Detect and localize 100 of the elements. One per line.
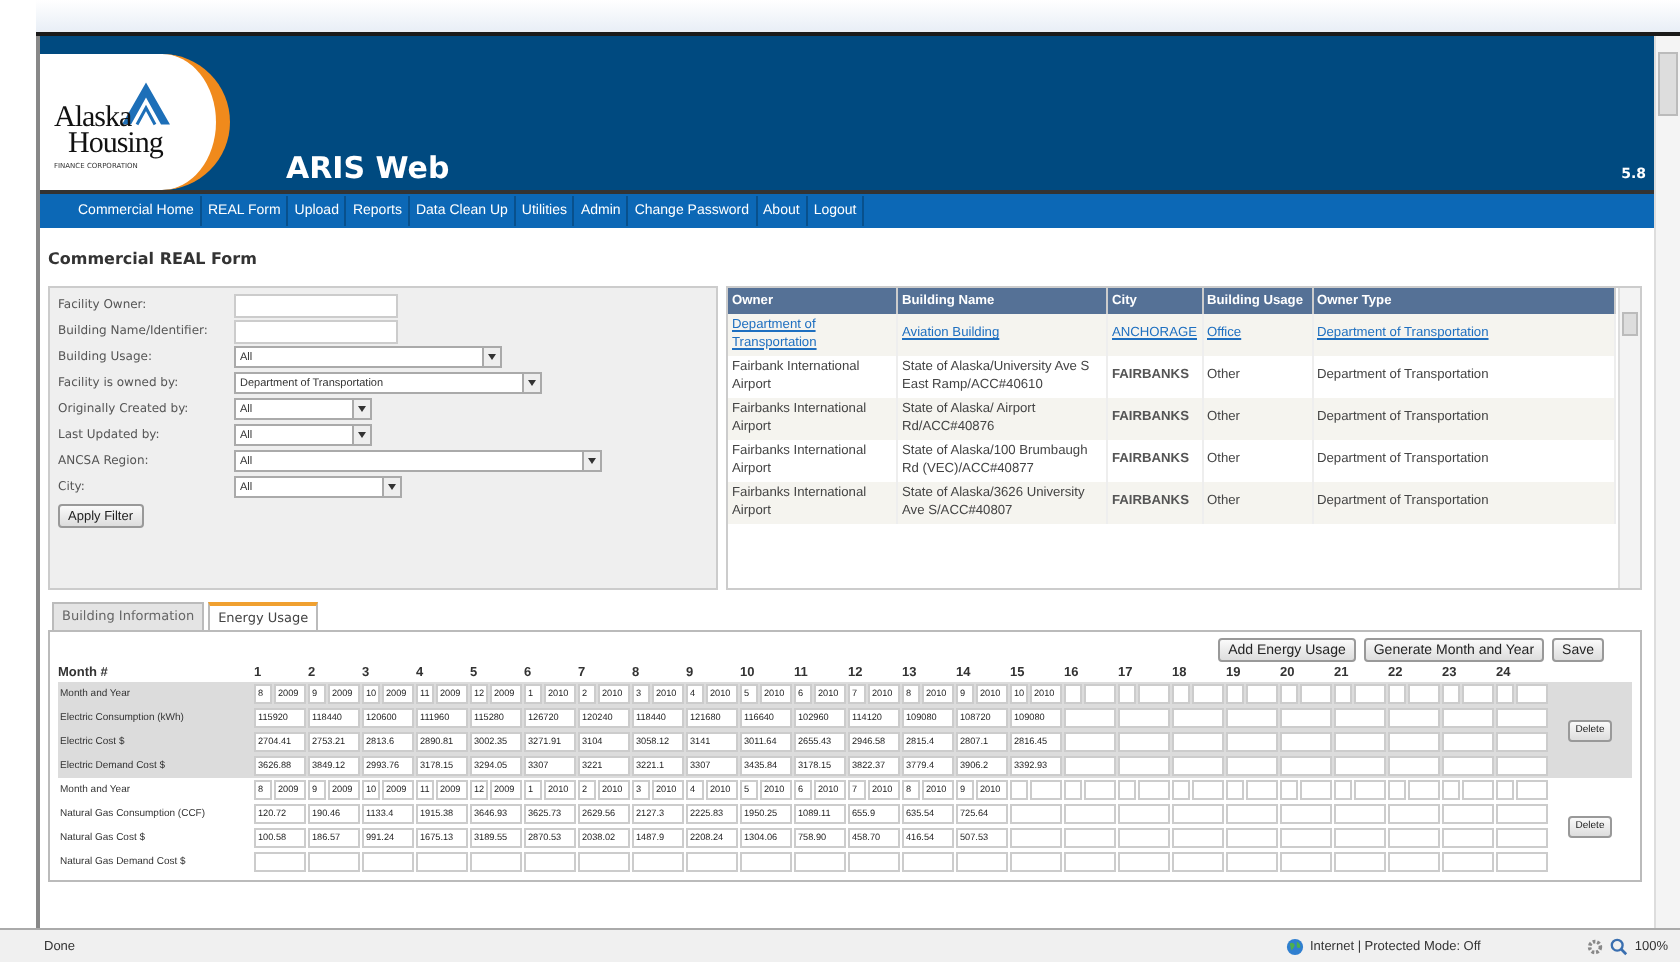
value-field[interactable]	[1442, 804, 1494, 824]
value-field[interactable]	[1334, 732, 1386, 752]
value-field[interactable]	[1280, 756, 1332, 776]
value-field[interactable]	[1496, 756, 1548, 776]
value-field[interactable]	[1388, 804, 1440, 824]
value-field[interactable]	[1010, 804, 1062, 824]
month-field[interactable]	[1334, 780, 1352, 800]
value-field[interactable]	[1118, 732, 1170, 752]
month-field[interactable]	[1226, 780, 1244, 800]
value-field[interactable]	[1226, 708, 1278, 728]
value-field[interactable]	[1172, 804, 1224, 824]
value-field[interactable]	[1334, 804, 1386, 824]
value-field[interactable]	[1280, 804, 1332, 824]
scrollbar[interactable]	[1618, 288, 1640, 588]
value-field[interactable]	[1334, 708, 1386, 728]
value-field[interactable]	[1226, 828, 1278, 848]
input-field[interactable]	[234, 319, 398, 343]
month-field[interactable]	[1064, 780, 1082, 800]
value-field[interactable]	[1172, 852, 1224, 872]
month-field[interactable]	[1226, 684, 1244, 704]
value-field[interactable]	[1442, 756, 1494, 776]
value-field[interactable]	[1496, 732, 1548, 752]
year-field[interactable]	[1354, 780, 1386, 800]
value-field[interactable]	[254, 852, 306, 872]
value-field[interactable]	[1226, 804, 1278, 824]
value-field[interactable]	[470, 852, 522, 872]
value-field[interactable]	[902, 852, 954, 872]
year-field[interactable]	[1192, 684, 1224, 704]
value-field[interactable]	[524, 852, 576, 872]
value-field[interactable]	[1118, 828, 1170, 848]
value-field[interactable]	[1226, 852, 1278, 872]
month-field[interactable]	[1496, 684, 1514, 704]
value-field[interactable]	[416, 852, 468, 872]
value-field[interactable]	[1064, 828, 1116, 848]
month-field[interactable]	[1280, 780, 1298, 800]
value-field[interactable]	[1388, 828, 1440, 848]
value-field[interactable]	[1226, 756, 1278, 776]
value-field[interactable]	[1010, 828, 1062, 848]
value-field[interactable]	[1334, 756, 1386, 776]
value-field[interactable]	[1118, 756, 1170, 776]
year-field[interactable]	[1246, 684, 1278, 704]
value-field[interactable]	[794, 852, 846, 872]
gear-icon[interactable]	[1586, 937, 1605, 955]
month-field[interactable]	[1172, 684, 1190, 704]
year-field[interactable]	[1354, 684, 1386, 704]
month-field[interactable]	[1388, 780, 1406, 800]
input-field[interactable]	[234, 293, 398, 317]
value-field[interactable]	[1064, 708, 1116, 728]
month-field[interactable]	[1172, 780, 1190, 800]
value-field[interactable]	[1388, 852, 1440, 872]
value-field[interactable]	[1280, 708, 1332, 728]
value-field[interactable]	[1496, 804, 1548, 824]
value-field[interactable]	[1334, 852, 1386, 872]
month-field[interactable]	[1280, 684, 1298, 704]
year-field[interactable]	[1408, 780, 1440, 800]
value-field[interactable]	[1280, 828, 1332, 848]
month-field[interactable]	[1442, 684, 1460, 704]
value-field[interactable]	[1442, 828, 1494, 848]
value-field[interactable]	[1388, 732, 1440, 752]
value-field[interactable]	[1496, 852, 1548, 872]
value-field[interactable]	[1280, 732, 1332, 752]
year-field[interactable]	[1192, 780, 1224, 800]
year-field[interactable]	[1030, 780, 1062, 800]
value-field[interactable]	[1496, 708, 1548, 728]
year-field[interactable]	[1138, 780, 1170, 800]
value-field[interactable]	[1064, 756, 1116, 776]
value-field[interactable]	[1280, 852, 1332, 872]
month-field[interactable]	[1118, 684, 1136, 704]
year-field[interactable]	[1462, 684, 1494, 704]
value-field[interactable]	[578, 852, 630, 872]
month-field[interactable]	[1388, 684, 1406, 704]
value-field[interactable]	[1118, 852, 1170, 872]
value-field[interactable]	[956, 852, 1008, 872]
month-field[interactable]	[1118, 780, 1136, 800]
value-field[interactable]	[1118, 804, 1170, 824]
year-field[interactable]	[1462, 780, 1494, 800]
value-field[interactable]	[362, 852, 414, 872]
year-field[interactable]	[1084, 684, 1116, 704]
value-field[interactable]	[1064, 732, 1116, 752]
value-field[interactable]	[1496, 828, 1548, 848]
magnifier-icon[interactable]	[1610, 937, 1629, 955]
year-field[interactable]	[1516, 684, 1548, 704]
value-field[interactable]	[1064, 852, 1116, 872]
value-field[interactable]	[1334, 828, 1386, 848]
month-field[interactable]	[1442, 780, 1460, 800]
value-field[interactable]	[1172, 732, 1224, 752]
month-field[interactable]	[1496, 780, 1514, 800]
value-field[interactable]	[1442, 708, 1494, 728]
value-field[interactable]	[1172, 756, 1224, 776]
value-field[interactable]	[1172, 708, 1224, 728]
value-field[interactable]	[1388, 756, 1440, 776]
value-field[interactable]	[1388, 708, 1440, 728]
value-field[interactable]	[1442, 852, 1494, 872]
value-field[interactable]	[308, 852, 360, 872]
value-field[interactable]	[686, 852, 738, 872]
month-field[interactable]	[1010, 780, 1028, 800]
year-field[interactable]	[1300, 780, 1332, 800]
scrollbar[interactable]	[1654, 36, 1680, 928]
month-field[interactable]	[1334, 684, 1352, 704]
value-field[interactable]	[1172, 828, 1224, 848]
